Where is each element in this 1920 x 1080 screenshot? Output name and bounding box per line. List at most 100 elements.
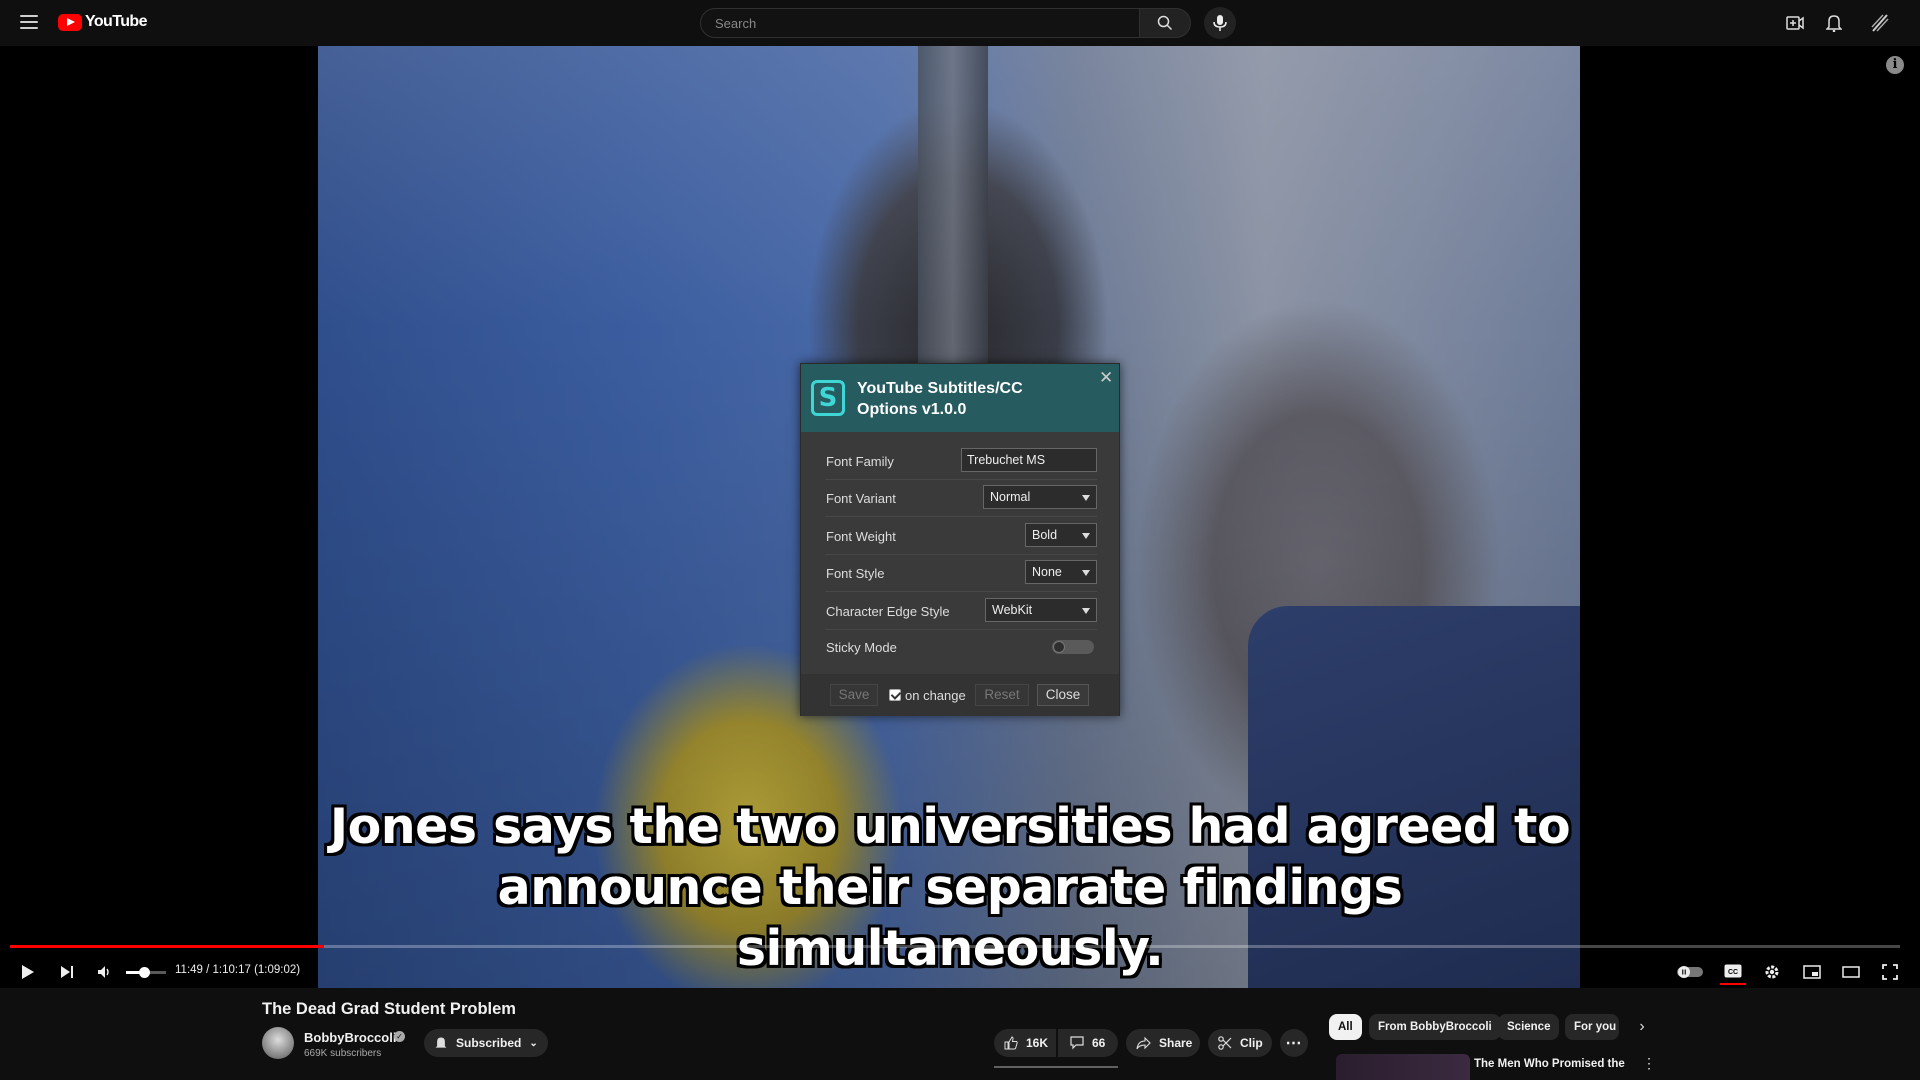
play-button[interactable]	[15, 959, 41, 985]
comment-icon	[1070, 1036, 1084, 1050]
font-family-row: Font Family Trebuchet MS	[825, 443, 1097, 480]
mute-button[interactable]	[91, 959, 117, 985]
play-icon	[22, 965, 34, 979]
voice-search-button[interactable]	[1204, 7, 1236, 39]
dropdown-arrow-icon	[1082, 570, 1090, 576]
share-icon	[1136, 1036, 1151, 1049]
subscribed-button[interactable]: Subscribed ⌄	[424, 1029, 548, 1057]
on-change-checkbox[interactable]	[889, 689, 901, 701]
font-weight-select[interactable]: Bold	[1025, 523, 1097, 547]
toggle-knob	[1053, 641, 1065, 653]
chip-for-you[interactable]: For you	[1565, 1014, 1619, 1040]
fullscreen-button[interactable]	[1877, 959, 1903, 985]
close-button[interactable]: Close	[1037, 684, 1089, 706]
subtitles-options-dialog: S YouTube Subtitles/CC Options v1.0.0 ✕ …	[800, 363, 1120, 716]
dialog-footer: Save on change Reset Close	[801, 674, 1119, 716]
create-video-button[interactable]	[1783, 11, 1807, 35]
font-style-label: Font Style	[826, 566, 885, 581]
chip-all[interactable]: All	[1329, 1014, 1362, 1040]
bell-icon	[1826, 15, 1842, 32]
share-label: Share	[1159, 1036, 1193, 1050]
font-family-label: Font Family	[826, 454, 894, 469]
dialog-title: YouTube Subtitles/CC Options v1.0.0	[857, 380, 1023, 418]
edge-style-label: Character Edge Style	[826, 604, 950, 619]
font-variant-value: Normal	[990, 490, 1031, 504]
recommended-thumbnail[interactable]	[1336, 1054, 1470, 1080]
info-icon[interactable]: i	[1886, 56, 1904, 74]
svg-text:CC: CC	[1728, 969, 1738, 976]
clip-label: Clip	[1240, 1036, 1263, 1050]
edge-style-row: Character Edge Style WebKit	[825, 593, 1097, 630]
share-button[interactable]: Share	[1126, 1029, 1200, 1057]
search-button[interactable]	[1139, 8, 1191, 38]
extension-logo-icon: S	[811, 380, 845, 416]
edge-style-select[interactable]: WebKit	[985, 598, 1097, 622]
subscribed-label: Subscribed	[456, 1036, 522, 1050]
account-avatar-button[interactable]	[1868, 11, 1892, 35]
volume-knob[interactable]	[139, 967, 150, 978]
chip-from-channel[interactable]: From BobbyBroccoli	[1369, 1014, 1501, 1040]
channel-avatar[interactable]	[262, 1027, 294, 1059]
comments-button[interactable]: 66	[1058, 1029, 1118, 1057]
subscriber-count: 669K subscribers	[304, 1048, 382, 1059]
dropdown-arrow-icon	[1082, 608, 1090, 614]
font-style-select[interactable]: None	[1025, 560, 1097, 584]
like-button[interactable]: 16K	[994, 1029, 1056, 1057]
chip-science[interactable]: Science	[1498, 1014, 1560, 1040]
youtube-logo[interactable]: YouTube	[58, 13, 147, 31]
verified-icon: ✓	[394, 1031, 405, 1042]
notifications-button[interactable]	[1822, 11, 1846, 35]
account-icon	[1871, 14, 1889, 32]
video-title: The Dead Grad Student Problem	[262, 1000, 516, 1018]
sticky-mode-row: Sticky Mode	[825, 629, 1097, 666]
font-variant-select[interactable]: Normal	[983, 485, 1097, 509]
volume-slider[interactable]	[126, 967, 166, 978]
search-icon	[1157, 15, 1173, 31]
menu-icon[interactable]	[20, 13, 38, 31]
search-input[interactable]: Search	[700, 8, 1140, 38]
create-video-icon	[1786, 16, 1804, 30]
font-family-input[interactable]: Trebuchet MS	[961, 448, 1097, 472]
more-vertical-icon[interactable]: ⋮	[1642, 1055, 1656, 1072]
skip-next-icon	[61, 966, 73, 978]
channel-name[interactable]: BobbyBroccoli	[304, 1030, 396, 1045]
chevron-right-icon[interactable]: ›	[1630, 1014, 1654, 1040]
edge-style-value: WebKit	[992, 603, 1033, 617]
fullscreen-icon	[1882, 964, 1898, 980]
font-style-row: Font Style None	[825, 555, 1097, 592]
settings-button[interactable]	[1759, 959, 1785, 985]
autoplay-toggle[interactable]	[1676, 959, 1704, 985]
microphone-icon	[1213, 15, 1227, 31]
next-button[interactable]	[54, 959, 80, 985]
progress-played	[10, 945, 324, 948]
search-placeholder: Search	[715, 15, 757, 31]
reset-button[interactable]: Reset	[975, 684, 1029, 706]
miniplayer-button[interactable]	[1799, 959, 1825, 985]
chevron-down-icon: ⌄	[529, 1037, 538, 1049]
dialog-close-icon[interactable]: ✕	[1099, 368, 1113, 388]
scissors-icon	[1218, 1036, 1232, 1050]
volume-icon	[98, 966, 109, 978]
font-variant-label: Font Variant	[826, 491, 896, 506]
gear-icon	[1765, 965, 1779, 979]
dropdown-arrow-icon	[1082, 495, 1090, 501]
thumbs-up-icon	[1004, 1036, 1018, 1050]
theater-icon	[1842, 966, 1860, 978]
subtitles-button[interactable]: CC	[1720, 959, 1746, 985]
save-button[interactable]: Save	[830, 684, 878, 706]
on-change-label: on change	[905, 688, 966, 703]
player-controls: 11:49 / 1:10:17 (1:09:02) CC	[0, 952, 1920, 992]
more-actions-button[interactable]: ⋯	[1280, 1029, 1308, 1057]
clip-button[interactable]: Clip	[1208, 1029, 1272, 1057]
font-weight-row: Font Weight Bold	[825, 518, 1097, 555]
autoplay-toggle-icon	[1677, 966, 1703, 978]
active-underline	[994, 1066, 1118, 1068]
font-variant-row: Font Variant Normal	[825, 480, 1097, 517]
subtitle-line-1: Jones says the two universities had agre…	[329, 798, 1571, 855]
theater-mode-button[interactable]	[1838, 959, 1864, 985]
sticky-mode-label: Sticky Mode	[826, 640, 897, 655]
sticky-mode-toggle[interactable]	[1052, 640, 1094, 654]
dropdown-arrow-icon	[1082, 533, 1090, 539]
recommended-title[interactable]: The Men Who Promised the	[1474, 1057, 1634, 1071]
progress-bar[interactable]	[10, 945, 1900, 948]
